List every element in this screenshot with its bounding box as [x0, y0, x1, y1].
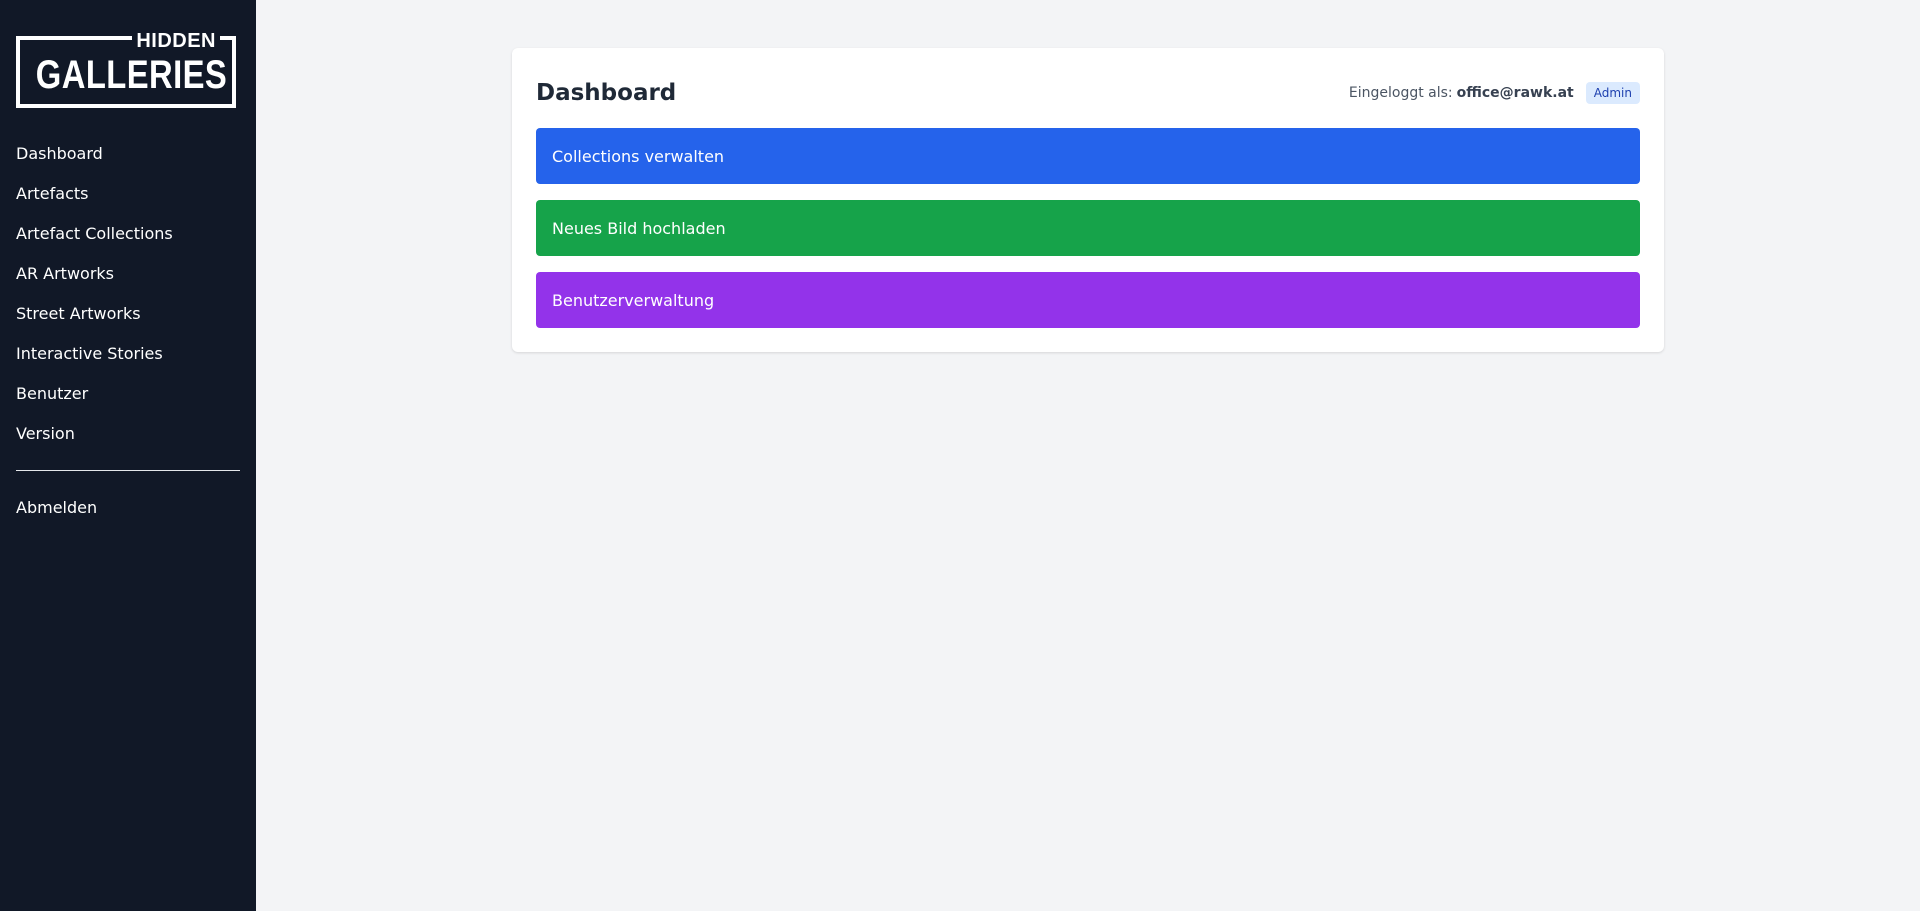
sidebar-item-interactive-stories[interactable]: Interactive Stories	[16, 334, 240, 374]
logged-in-label: Eingeloggt als:	[1348, 85, 1453, 101]
sidebar-item-benutzer[interactable]: Benutzer	[16, 374, 240, 414]
dashboard-card: Dashboard Eingeloggt als: office@rawk.at…	[512, 48, 1664, 352]
sidebar-divider	[16, 470, 240, 471]
role-badge: Admin	[1585, 82, 1640, 104]
sidebar-item-dashboard[interactable]: Dashboard	[16, 134, 240, 174]
sidebar-item-street-artworks[interactable]: Street Artworks	[16, 294, 240, 334]
user-management-button[interactable]: Benutzerverwaltung	[536, 272, 1640, 328]
sidebar-item-artefacts[interactable]: Artefacts	[16, 174, 240, 214]
logout-link[interactable]: Abmelden	[16, 488, 240, 528]
sidebar: HIDDEN GALLERIES Dashboard Artefacts Art…	[0, 0, 256, 911]
sidebar-item-artefact-collections[interactable]: Artefact Collections	[16, 214, 240, 254]
sidebar-item-version[interactable]: Version	[16, 414, 240, 454]
main-content: Dashboard Eingeloggt als: office@rawk.at…	[256, 0, 1920, 911]
upload-image-button[interactable]: Neues Bild hochladen	[536, 200, 1640, 256]
card-header: Dashboard Eingeloggt als: office@rawk.at…	[536, 72, 1640, 114]
user-info: Eingeloggt als: office@rawk.at Admin	[1349, 82, 1640, 104]
sidebar-nav: Dashboard Artefacts Artefact Collections…	[16, 134, 240, 454]
app-root: HIDDEN GALLERIES Dashboard Artefacts Art…	[0, 0, 1920, 911]
logo-line-2: GALLERIES	[35, 53, 228, 97]
hidden-galleries-logo[interactable]: HIDDEN GALLERIES	[16, 30, 236, 108]
page-title: Dashboard	[536, 80, 677, 106]
collections-manage-button[interactable]: Collections verwalten	[536, 128, 1640, 184]
action-list: Collections verwalten Neues Bild hochlad…	[536, 128, 1640, 328]
user-email: office@rawk.at	[1456, 85, 1574, 101]
logo-line-1: HIDDEN	[132, 30, 220, 52]
sidebar-item-ar-artworks[interactable]: AR Artworks	[16, 254, 240, 294]
